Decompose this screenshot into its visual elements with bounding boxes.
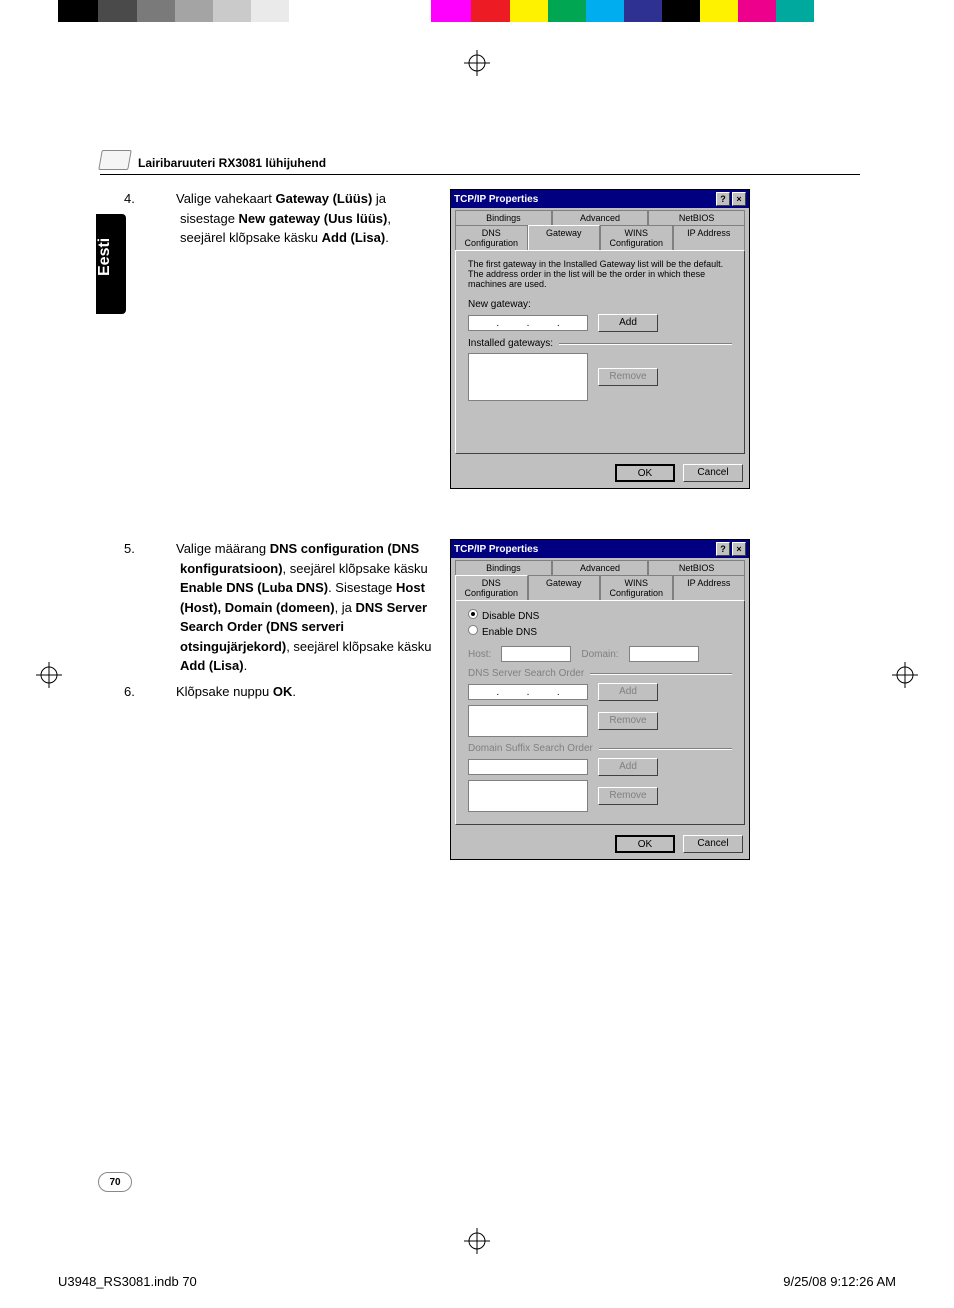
add-button[interactable]: Add	[598, 683, 658, 701]
suffix-list[interactable]	[468, 780, 588, 812]
tab-bindings[interactable]: Bindings	[455, 210, 552, 225]
dns-server-input[interactable]: ...	[468, 684, 588, 700]
enable-dns-radio[interactable]: Enable DNS	[468, 625, 732, 638]
tab-gateway[interactable]: Gateway	[528, 575, 601, 600]
installed-gateways-label: Installed gateways:	[468, 338, 553, 349]
language-tab: Eesti	[96, 214, 126, 314]
dialog-title: TCP/IP Properties	[454, 194, 538, 205]
host-input[interactable]	[501, 646, 571, 662]
tab-advanced[interactable]: Advanced	[552, 560, 649, 575]
gateway-blurb: The first gateway in the Installed Gatew…	[468, 259, 732, 289]
dns-order-label: DNS Server Search Order	[468, 668, 584, 679]
slug-timestamp: 9/25/08 9:12:26 AM	[783, 1274, 896, 1289]
close-icon[interactable]: ×	[732, 192, 746, 206]
step-4: 4.Valige vahekaart Gateway (Lüüs) ja sis…	[152, 189, 434, 248]
help-icon[interactable]: ?	[716, 542, 730, 556]
help-icon[interactable]: ?	[716, 192, 730, 206]
tab-ip-address[interactable]: IP Address	[673, 575, 746, 600]
host-label: Host:	[468, 649, 491, 660]
step-5-number: 5.	[152, 539, 176, 559]
remove-button[interactable]: Remove	[598, 712, 658, 730]
registration-mark-right	[892, 662, 918, 688]
tab-bindings[interactable]: Bindings	[455, 560, 552, 575]
suffix-order-label: Domain Suffix Search Order	[468, 743, 593, 754]
tab-ip-address[interactable]: IP Address	[673, 225, 746, 250]
remove-button[interactable]: Remove	[598, 368, 658, 386]
tab-wins-configuration[interactable]: WINS Configuration	[600, 575, 673, 600]
brand-logo-icon	[98, 150, 132, 170]
tcpip-dialog-dns: TCP/IP Properties ? × BindingsAdvancedNe…	[450, 539, 750, 860]
step-6-number: 6.	[152, 682, 176, 702]
tab-advanced[interactable]: Advanced	[552, 210, 649, 225]
print-slug: U3948_RS3081.indb 70 9/25/08 9:12:26 AM	[58, 1274, 896, 1289]
ok-button[interactable]: OK	[615, 835, 675, 853]
ok-button[interactable]: OK	[615, 464, 675, 482]
step-6: 6.Klõpsake nuppu OK.	[152, 682, 434, 702]
dialog-title: TCP/IP Properties	[454, 544, 538, 555]
step-5: 5.Valige määrang DNS configuration (DNS …	[152, 539, 434, 676]
dialog-titlebar: TCP/IP Properties ? ×	[451, 190, 749, 208]
add-button[interactable]: Add	[598, 314, 658, 332]
tab-netbios[interactable]: NetBIOS	[648, 210, 745, 225]
tab-gateway[interactable]: Gateway	[528, 225, 601, 250]
printer-color-bar	[0, 0, 954, 22]
suffix-input[interactable]	[468, 759, 588, 775]
disable-dns-radio[interactable]: Disable DNS	[468, 609, 732, 622]
page-title: Lairibaruuteri RX3081 lühijuhend	[138, 156, 326, 170]
step-4-number: 4.	[152, 189, 176, 209]
tcpip-dialog-gateway: TCP/IP Properties ? × BindingsAdvancedNe…	[450, 189, 750, 489]
domain-label: Domain:	[581, 649, 618, 660]
new-gateway-label: New gateway:	[468, 299, 732, 310]
installed-gateways-list[interactable]	[468, 353, 588, 401]
tab-wins-configuration[interactable]: WINS Configuration	[600, 225, 673, 250]
add-button[interactable]: Add	[598, 758, 658, 776]
registration-mark-left	[36, 662, 62, 688]
tab-dns-configuration[interactable]: DNS Configuration	[455, 575, 528, 600]
cancel-button[interactable]: Cancel	[683, 464, 743, 482]
page-header: Lairibaruuteri RX3081 lühijuhend	[100, 150, 860, 175]
slug-filename: U3948_RS3081.indb 70	[58, 1274, 197, 1289]
tab-netbios[interactable]: NetBIOS	[648, 560, 745, 575]
close-icon[interactable]: ×	[732, 542, 746, 556]
registration-mark-bottom	[464, 1228, 490, 1254]
cancel-button[interactable]: Cancel	[683, 835, 743, 853]
registration-mark-top	[464, 50, 490, 76]
dialog-titlebar: TCP/IP Properties ? ×	[451, 540, 749, 558]
domain-input[interactable]	[629, 646, 699, 662]
remove-button[interactable]: Remove	[598, 787, 658, 805]
new-gateway-input[interactable]: ...	[468, 315, 588, 331]
page-number: 70	[98, 1172, 132, 1192]
dns-server-list[interactable]	[468, 705, 588, 737]
tab-dns-configuration[interactable]: DNS Configuration	[455, 225, 528, 250]
